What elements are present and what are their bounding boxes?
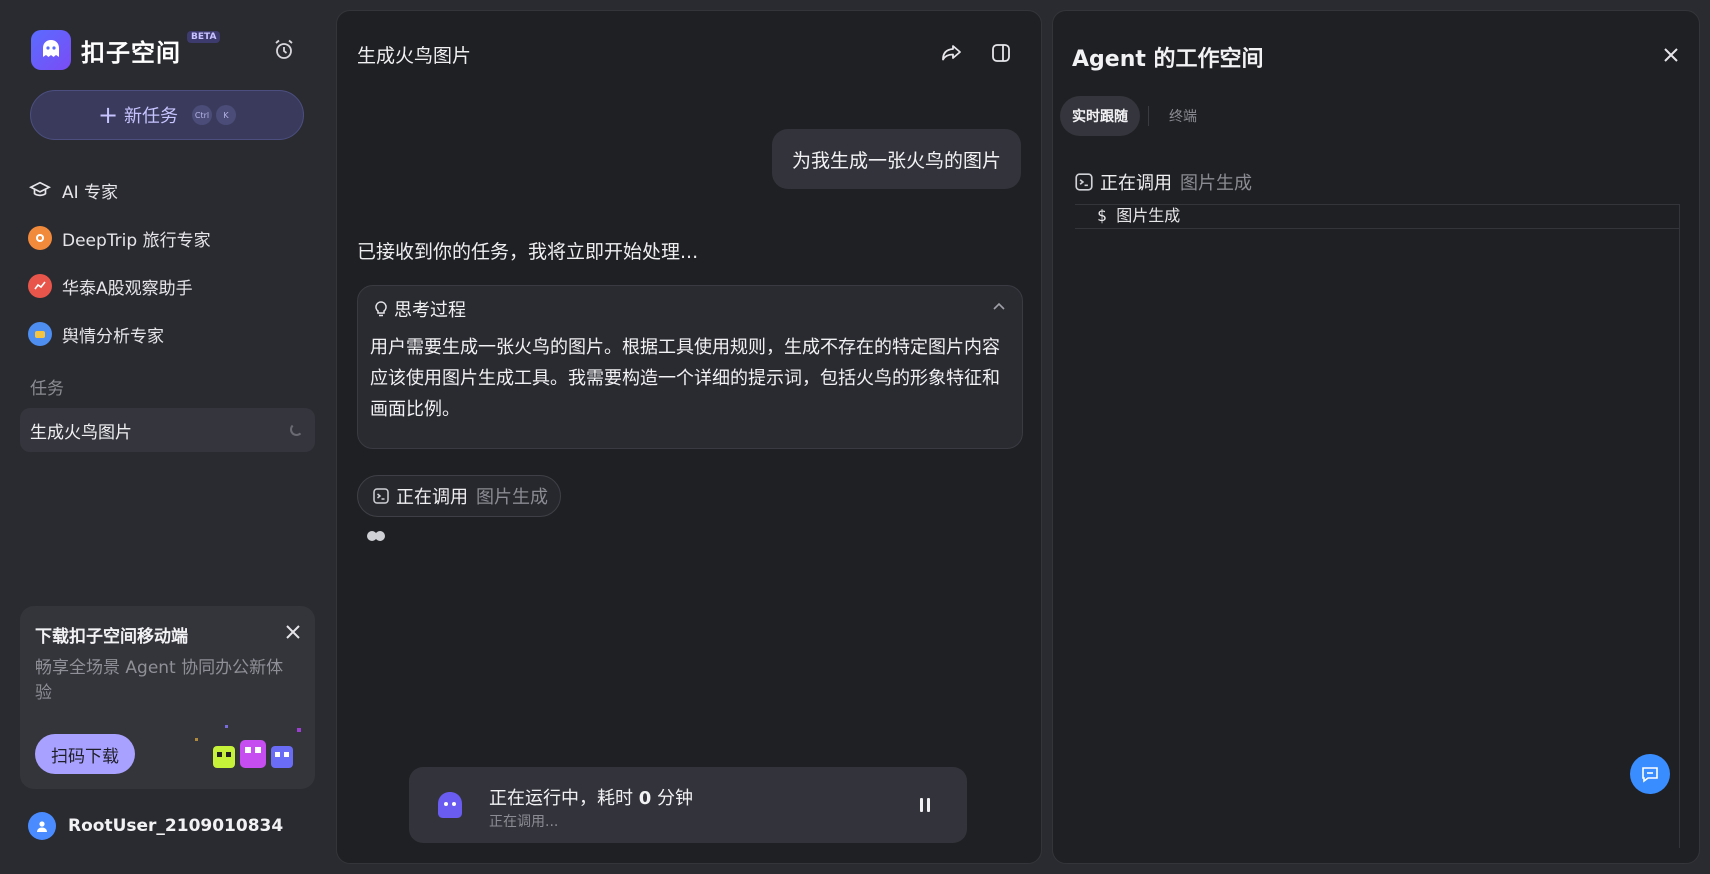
run-status-sub: 正在调用... bbox=[489, 814, 559, 830]
nav-item-label: 舆情分析专家 bbox=[62, 326, 164, 347]
sidebar: 扣子空间 BETA + 新任务 Ctrl K AI 专家 DeepTrip 旅行… bbox=[0, 0, 334, 874]
alarm-clock-icon[interactable] bbox=[272, 38, 296, 62]
workspace-tool-action: 正在调用 bbox=[1100, 173, 1172, 194]
graduation-cap-icon bbox=[28, 178, 52, 202]
scan-download-button[interactable]: 扫码下载 bbox=[35, 734, 135, 774]
loading-spinner-icon bbox=[290, 423, 303, 436]
feedback-button[interactable] bbox=[1630, 754, 1670, 794]
tool-call-name: 图片生成 bbox=[476, 487, 548, 508]
nav-item-huatai[interactable]: 华泰A股观察助手 bbox=[28, 262, 318, 310]
huatai-avatar-icon bbox=[28, 274, 52, 298]
brand-name: 扣子空间 bbox=[81, 38, 181, 67]
promo-title: 下载扣子空间移动端 bbox=[35, 627, 188, 647]
terminal-icon bbox=[373, 488, 389, 504]
username: RootUser_2109010834 bbox=[68, 816, 284, 836]
chat-feedback-icon bbox=[1642, 767, 1658, 783]
run-status-bar: 正在运行中，耗时 0 分钟 正在调用... bbox=[409, 767, 967, 843]
nav-item-label: DeepTrip 旅行专家 bbox=[62, 230, 211, 251]
new-task-label: 新任务 bbox=[124, 106, 179, 127]
sentiment-avatar-icon bbox=[28, 322, 52, 346]
run-status-main: 正在运行中，耗时 0 分钟 bbox=[489, 784, 693, 810]
close-icon[interactable] bbox=[283, 622, 303, 642]
task-item[interactable]: 生成火鸟图片 bbox=[20, 408, 315, 452]
koozi-logo-icon bbox=[31, 30, 71, 70]
expert-nav: AI 专家 DeepTrip 旅行专家 华泰A股观察助手 舆情分析专家 bbox=[28, 166, 318, 358]
chat-title: 生成火鸟图片 bbox=[357, 45, 472, 67]
task-item-label: 生成火鸟图片 bbox=[30, 422, 132, 443]
terminal-output[interactable]: $ 图片生成 bbox=[1075, 204, 1680, 848]
tool-call-pill[interactable]: 正在调用 图片生成 bbox=[357, 475, 561, 517]
nav-item-deeptrip[interactable]: DeepTrip 旅行专家 bbox=[28, 214, 318, 262]
user-message-bubble: 为我生成一张火鸟的图片 bbox=[771, 129, 1021, 189]
user-profile[interactable]: RootUser_2109010834 bbox=[28, 812, 283, 840]
tab-terminal[interactable]: 终端 bbox=[1157, 96, 1209, 136]
user-avatar-icon bbox=[28, 812, 56, 840]
workspace-tool-call: 正在调用 图片生成 bbox=[1074, 169, 1252, 195]
deeptrip-avatar-icon bbox=[28, 226, 52, 250]
tool-call-action: 正在调用 bbox=[396, 487, 468, 508]
nav-item-ai-expert[interactable]: AI 专家 bbox=[28, 166, 318, 214]
nav-item-label: AI 专家 bbox=[62, 182, 119, 203]
tab-divider bbox=[1148, 106, 1149, 126]
pause-icon[interactable] bbox=[915, 795, 935, 815]
agent-avatar-icon bbox=[433, 789, 467, 821]
shortcut-ctrl-key: Ctrl bbox=[192, 105, 213, 125]
toggle-panel-icon[interactable] bbox=[989, 41, 1013, 65]
new-task-button[interactable]: + 新任务 Ctrl K bbox=[30, 90, 304, 140]
close-icon[interactable] bbox=[1659, 43, 1683, 67]
tab-live-follow[interactable]: 实时跟随 bbox=[1060, 96, 1140, 136]
lightbulb-icon bbox=[375, 301, 387, 317]
beta-badge: BETA bbox=[187, 31, 221, 43]
nav-item-label: 华泰A股观察助手 bbox=[62, 278, 193, 299]
assistant-ack-message: 已接收到你的任务，我将立即开始处理... bbox=[357, 241, 699, 263]
typing-indicator bbox=[367, 531, 385, 541]
workspace-title: Agent 的工作空间 bbox=[1072, 47, 1264, 72]
thinking-text: 用户需要生成一张火鸟的图片。根据工具使用规则，生成不存在的特定图片内容应该使用图… bbox=[370, 337, 1000, 420]
thinking-label: 思考过程 bbox=[394, 300, 466, 321]
thinking-process-card: 思考过程 用户需要生成一张火鸟的图片。根据工具使用规则，生成不存在的特定图片内容… bbox=[357, 285, 1023, 449]
share-icon[interactable] bbox=[939, 41, 963, 65]
run-status-minutes: 0 bbox=[638, 788, 652, 809]
nav-item-sentiment[interactable]: 舆情分析专家 bbox=[28, 310, 318, 358]
run-status-prefix: 正在运行中，耗时 bbox=[489, 788, 633, 809]
chevron-up-icon[interactable] bbox=[990, 298, 1008, 316]
chat-panel: 生成火鸟图片 为我生成一张火鸟的图片 已接收到你的任务，我将立即开始处理... … bbox=[336, 10, 1042, 864]
promo-description: 畅享全场景 Agent 协同办公新体验 bbox=[35, 658, 284, 703]
workspace-tool-name: 图片生成 bbox=[1180, 173, 1252, 194]
agent-workspace-panel: Agent 的工作空间 实时跟随 终端 正在调用 图片生成 $ 图片生成 bbox=[1052, 10, 1700, 864]
terminal-icon bbox=[1075, 173, 1093, 191]
plus-icon: + bbox=[97, 101, 119, 129]
terminal-line: $ 图片生成 bbox=[1075, 205, 1680, 229]
tasks-section-label: 任务 bbox=[30, 379, 64, 399]
workspace-tabs: 实时跟随 终端 bbox=[1060, 96, 1209, 136]
mobile-download-promo: 下载扣子空间移动端 畅享全场景 Agent 协同办公新体验 扫码下载 bbox=[20, 606, 315, 789]
shortcut-k-key: K bbox=[216, 105, 237, 125]
pixel-ghosts-illustration bbox=[185, 714, 310, 784]
brand[interactable]: 扣子空间 BETA bbox=[31, 30, 221, 70]
thinking-header[interactable]: 思考过程 bbox=[372, 296, 466, 322]
run-status-suffix: 分钟 bbox=[657, 788, 693, 809]
